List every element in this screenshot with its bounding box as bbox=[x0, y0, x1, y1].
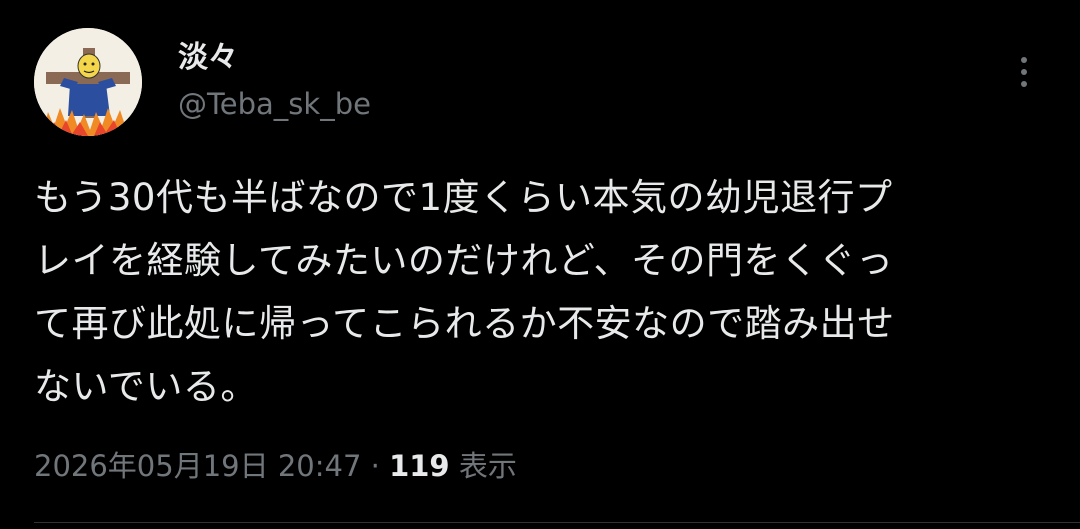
more-vertical-icon bbox=[1021, 57, 1027, 63]
tweet-body: もう30代も半ばなので1度くらい本気の幼児退行プ レイを経験してみたいのだけれど、… bbox=[34, 166, 1044, 418]
views-count: 119 bbox=[389, 449, 450, 483]
tweet-body-line: ないでいる。 bbox=[34, 365, 258, 408]
views-label: 表示 bbox=[458, 449, 517, 483]
avatar[interactable] bbox=[34, 28, 142, 136]
meta-separator: · bbox=[370, 449, 380, 483]
tweet-body-line: もう30代も半ばなので1度くらい本気の幼児退行プ bbox=[34, 176, 893, 219]
tweet-meta: 2026年05月19日 20:47 · 119 表示 bbox=[34, 446, 517, 486]
avatar-illustration bbox=[34, 28, 142, 136]
divider bbox=[34, 522, 1080, 523]
more-options-button[interactable] bbox=[1004, 50, 1044, 94]
timestamp[interactable]: 2026年05月19日 20:47 bbox=[34, 449, 361, 483]
more-vertical-icon-dot bbox=[1021, 69, 1027, 75]
tweet-body-line: レイを経験してみたいのだけれど、その門をくぐっ bbox=[34, 239, 894, 282]
tweet-card: 淡々 @Teba_sk_be もう30代も半ばなので1度くらい本気の幼児退行プレ… bbox=[0, 0, 1080, 529]
more-vertical-icon-dot bbox=[1021, 81, 1027, 87]
tweet-body-line: て再び此処に帰ってこられるか不安なので踏み出せ bbox=[34, 302, 895, 345]
user-handle[interactable]: @Teba_sk_be bbox=[178, 86, 371, 122]
display-name[interactable]: 淡々 bbox=[178, 40, 238, 76]
